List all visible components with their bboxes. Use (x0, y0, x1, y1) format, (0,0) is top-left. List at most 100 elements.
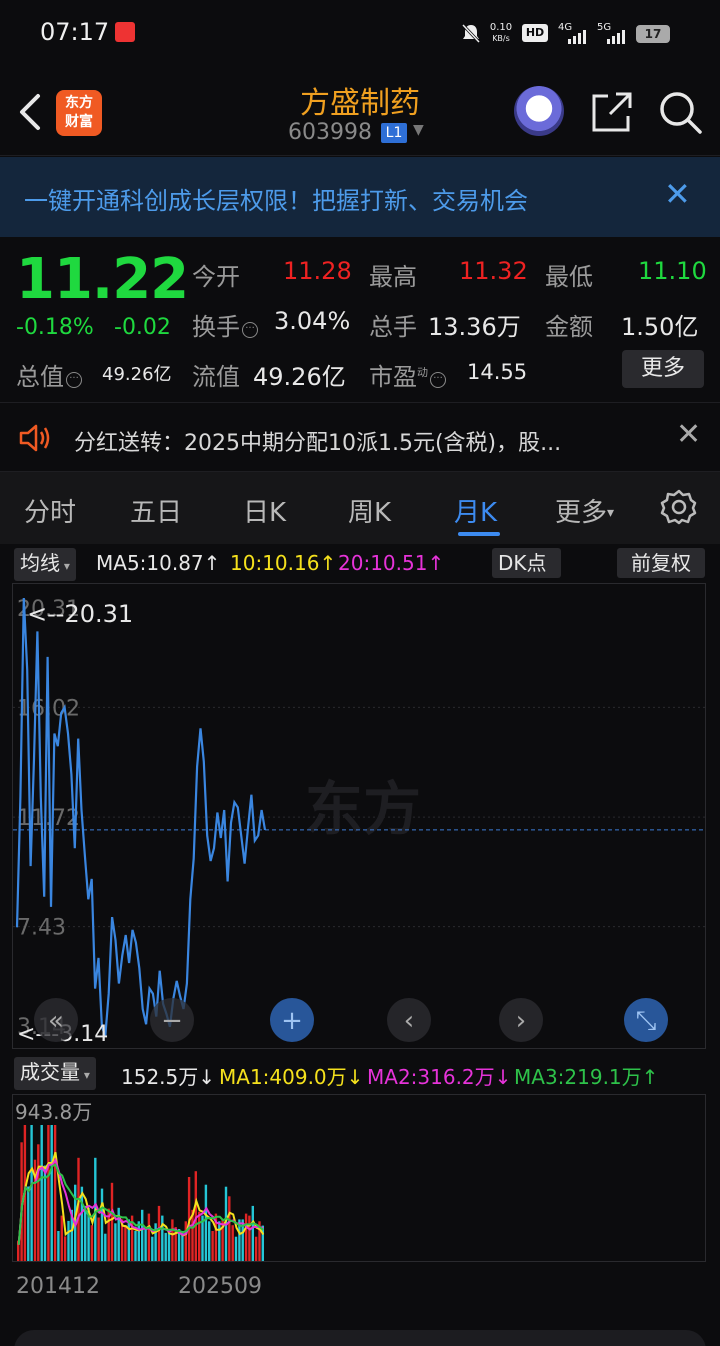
open-value: 11.28 (283, 257, 352, 285)
status-bar: 07:17 0.10 KB/s HD 4G 5G 17 (0, 0, 720, 66)
low-value: 11.10 (638, 257, 707, 285)
tab-monthly-k[interactable]: 月K (454, 492, 497, 529)
next-button[interactable]: › (499, 998, 543, 1042)
volume-bar (53, 1125, 57, 1261)
tab-weekly-k[interactable]: 周K (348, 492, 391, 529)
notice-text[interactable]: 分红送转：2025中期分配10派1.5元(含税)，股... (74, 425, 561, 457)
close-icon[interactable]: ✕ (664, 175, 691, 213)
chart-period-tabs: 分时 五日 日K 周K 月K 更多▾ (0, 472, 720, 544)
volume-bar (151, 1236, 154, 1261)
amount-value: 1.50亿 (621, 313, 699, 341)
search-icon[interactable] (656, 88, 704, 136)
svg-text:−: − (161, 1006, 183, 1036)
amount-label: 金额 (545, 313, 593, 341)
share-icon[interactable] (590, 90, 634, 134)
robot-assistant-icon[interactable] (514, 86, 564, 136)
volume-bar (137, 1221, 140, 1261)
volume-bar (37, 1144, 40, 1261)
volume-bar (67, 1220, 70, 1261)
adjust-button[interactable]: 前复权 (617, 548, 705, 578)
bottom-toolbar[interactable] (14, 1330, 706, 1346)
volume-bar (80, 1186, 84, 1261)
monthly-k-chart[interactable]: 东方 20.3116.0211.727.433.14 <--20.31 <---… (12, 583, 706, 1049)
float-cap-value: 49.26亿 (253, 363, 346, 391)
volume-bar (124, 1225, 127, 1261)
info-icon[interactable]: ··· (242, 322, 258, 338)
volume-max-label: 943.8万 (15, 1100, 92, 1124)
x-axis-end-label: 202509 (178, 1274, 262, 1299)
promo-banner[interactable]: 一键开通科创成长层权限！把握打新、交易机会 ✕ (0, 157, 720, 237)
total-cap-value: 49.26亿 (102, 364, 172, 385)
volume-bar (110, 1182, 114, 1261)
dividend-notice[interactable]: 分红送转：2025中期分配10派1.5元(含税)，股... ✕ (0, 402, 720, 472)
signal-4g-icon (568, 30, 586, 44)
tab-intraday[interactable]: 分时 (24, 492, 76, 529)
volume-bar (127, 1219, 130, 1261)
more-button[interactable]: 更多 (622, 350, 704, 388)
volume-bar (84, 1205, 87, 1261)
volume-bar (114, 1223, 117, 1261)
ma-selector[interactable]: 均线 ▾ (14, 548, 76, 581)
quote-panel: 11.22 -0.18% -0.02 今开 11.28 最高 11.32 最低 … (0, 237, 720, 402)
volume-bar (248, 1215, 251, 1261)
net-speed: 0.10 KB/s (489, 22, 513, 43)
hd-icon: HD (522, 24, 548, 42)
change-percent: -0.18% (16, 315, 94, 340)
volume-bar (184, 1221, 187, 1261)
high-label: 最高 (369, 263, 417, 291)
volume-bar (157, 1205, 161, 1261)
high-value: 11.32 (459, 257, 528, 285)
volume-bar (164, 1232, 167, 1261)
volume-bar (204, 1184, 208, 1261)
volume-bar (218, 1221, 221, 1261)
volume-bar (30, 1125, 33, 1261)
volume-bar (50, 1125, 53, 1261)
previous-button[interactable]: ‹ (387, 998, 431, 1042)
caret-down-icon: ▾ (607, 505, 615, 521)
watermark: 东方 (305, 775, 421, 843)
low-label: 最低 (545, 263, 593, 291)
volume-bar (141, 1209, 144, 1261)
volume-chart[interactable]: 943.8万 (12, 1094, 706, 1262)
volume-indicator-bar: 成交量 ▾ 152.5万↓ MA1:409.0万↓ MA2:316.2万↓ MA… (0, 1054, 720, 1092)
volume-bar (161, 1215, 164, 1261)
volume-current: 152.5万↓ (121, 1065, 216, 1089)
battery-icon: 17 (636, 25, 670, 43)
volume-bar (228, 1196, 231, 1261)
rewind-button[interactable]: « (34, 998, 78, 1042)
zoom-in-button[interactable]: + (270, 998, 314, 1042)
volume-bar (167, 1231, 171, 1261)
volume-bar (251, 1205, 254, 1261)
stock-code[interactable]: 603998 (288, 120, 372, 145)
tab-daily-k[interactable]: 日K (243, 492, 286, 529)
banner-text[interactable]: 一键开通科创成长层权限！把握打新、交易机会 (24, 181, 528, 216)
last-price: 11.22 (16, 247, 189, 312)
stock-header: 东方 财富 方盛制药 603998 L1 ▼ (0, 66, 720, 156)
volume-bar (90, 1225, 94, 1261)
svg-text:+: + (281, 1006, 303, 1036)
volume-bar (27, 1186, 30, 1261)
gear-icon[interactable] (660, 488, 698, 526)
zoom-out-button[interactable]: − (150, 998, 194, 1042)
open-label: 今开 (192, 263, 240, 291)
close-icon[interactable]: ✕ (676, 417, 701, 452)
ma20-value: 20:10.51↑ (338, 551, 445, 575)
chevron-down-icon[interactable]: ▼ (413, 122, 424, 138)
level-badge[interactable]: L1 (381, 123, 407, 143)
fullscreen-button[interactable]: ⤡ (624, 998, 668, 1042)
volume-selector[interactable]: 成交量 ▾ (14, 1057, 96, 1090)
tab-more[interactable]: 更多▾ (555, 492, 614, 529)
active-tab-indicator (458, 532, 500, 536)
volume-bar (231, 1225, 234, 1261)
info-icon[interactable]: ··· (430, 372, 446, 388)
volume-bar (43, 1165, 47, 1261)
volume-bar (211, 1231, 214, 1261)
info-icon[interactable]: ··· (66, 372, 82, 388)
volume-bar (171, 1219, 174, 1261)
caret-down-icon: ▾ (80, 1068, 90, 1082)
tab-five-day[interactable]: 五日 (130, 492, 182, 529)
volume-bar (144, 1229, 147, 1261)
dk-point-button[interactable]: DK点 (492, 548, 561, 578)
volume-bar (244, 1213, 248, 1261)
signal-5g-icon (607, 30, 625, 44)
